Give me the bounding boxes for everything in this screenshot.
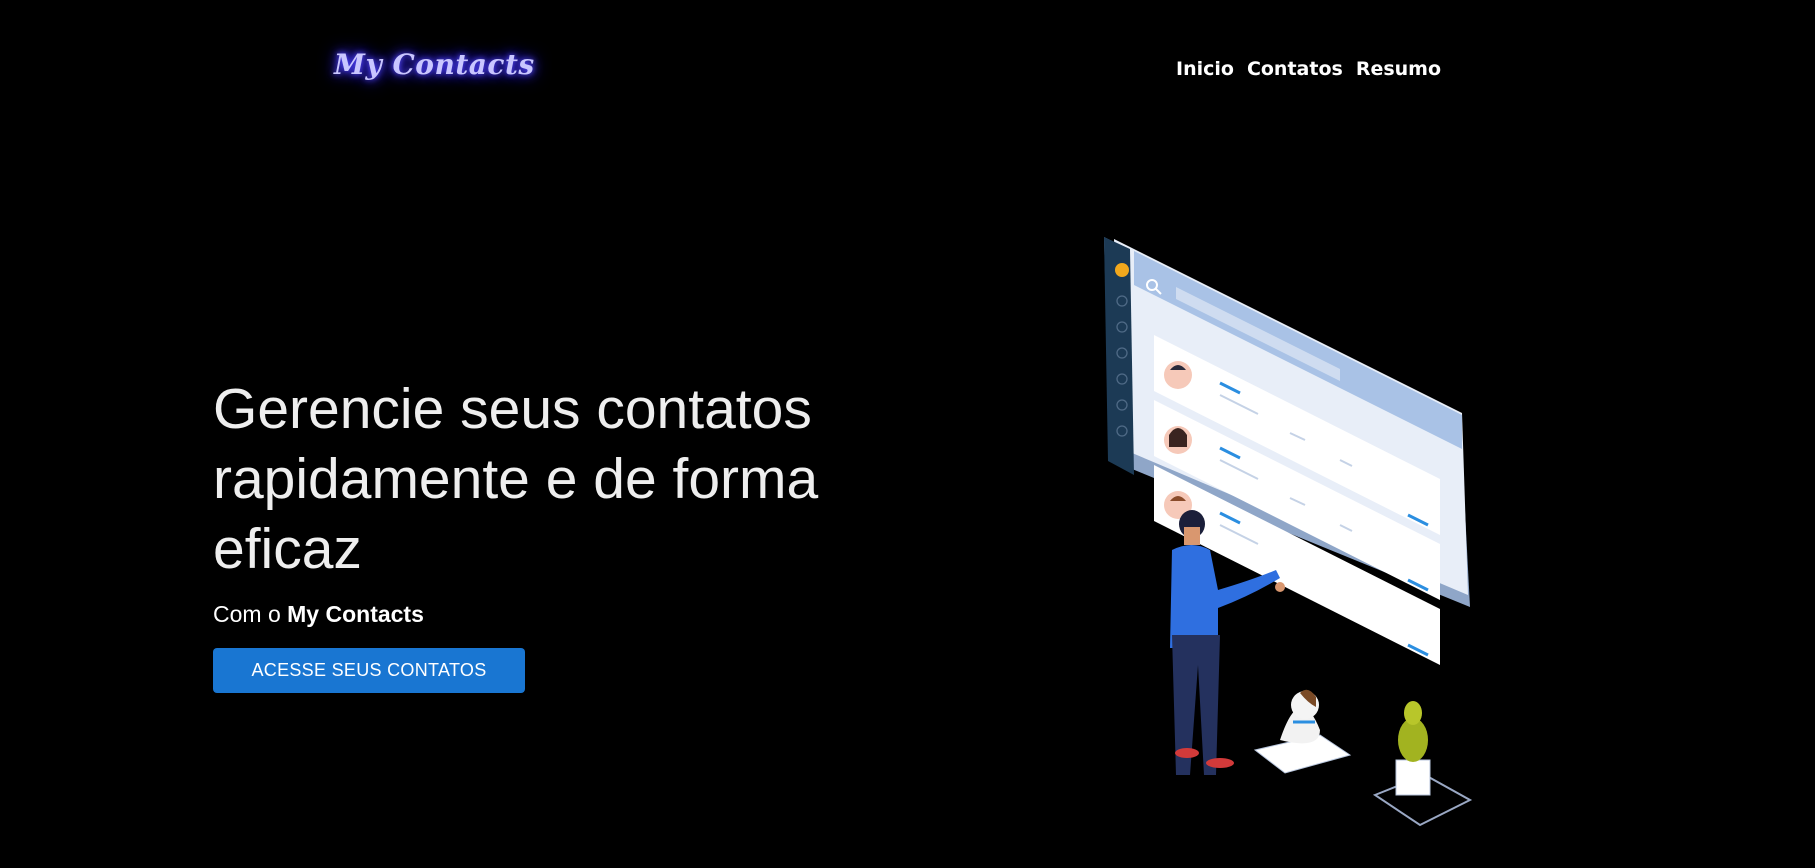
nav-link-contatos[interactable]: Contatos — [1247, 58, 1343, 80]
subtitle-prefix: Com o — [213, 601, 288, 627]
logo[interactable]: My Contacts — [334, 48, 535, 81]
access-contacts-button[interactable]: ACESSE SEUS CONTATOS — [213, 648, 525, 693]
nav-link-resumo[interactable]: Resumo — [1356, 58, 1441, 80]
home-icon — [1115, 263, 1129, 277]
main-nav: Inicio Contatos Resumo — [1176, 58, 1441, 80]
dog-figure — [1253, 689, 1352, 774]
plant-figure — [1372, 701, 1473, 827]
contacts-illustration — [1104, 237, 1473, 827]
hero-subtitle: Com o My Contacts — [213, 601, 424, 628]
hero-title: Gerencie seus contatos rapidamente e de … — [213, 377, 819, 581]
nav-link-inicio[interactable]: Inicio — [1176, 58, 1234, 80]
subtitle-brand: My Contacts — [287, 601, 424, 627]
